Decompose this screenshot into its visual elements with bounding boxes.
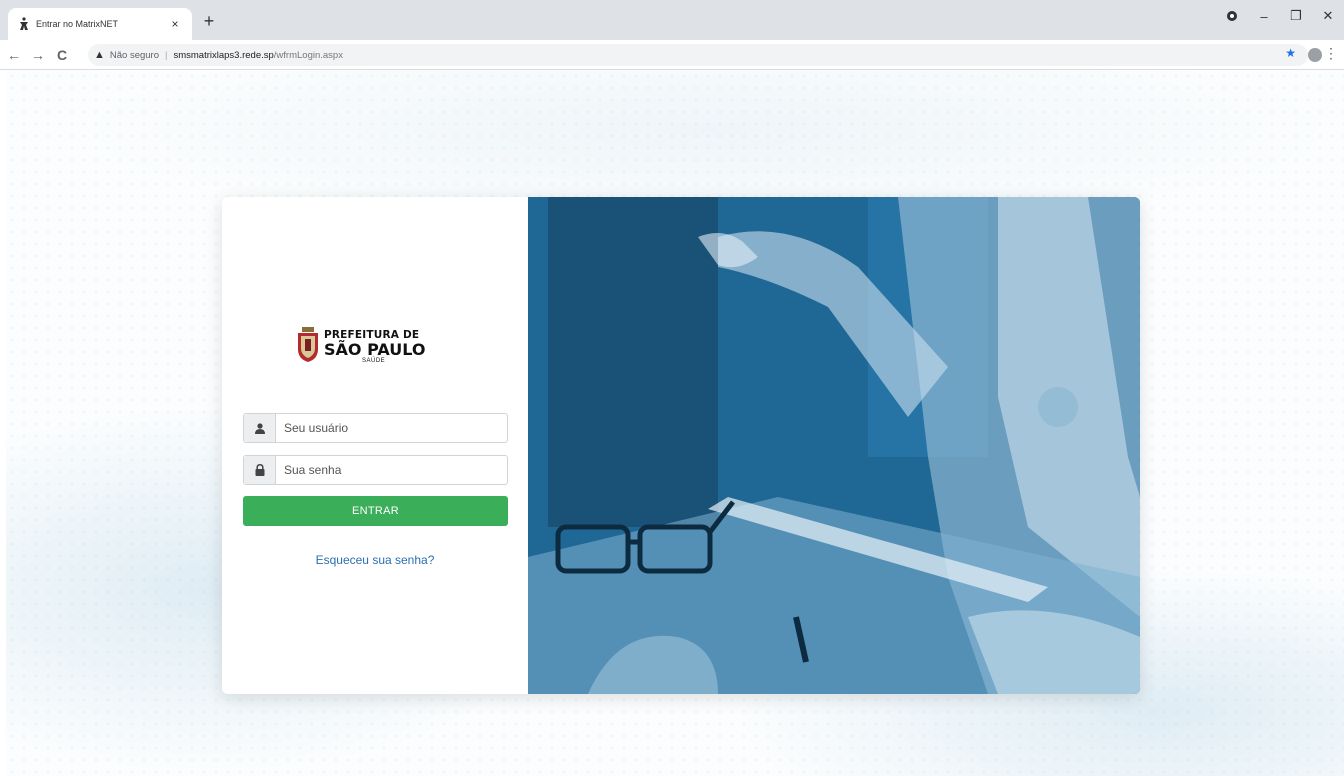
new-tab-button[interactable]: + [200, 12, 218, 30]
logo-line2: SÃO PAULO [324, 340, 426, 359]
user-icon [244, 414, 276, 442]
password-field [243, 455, 508, 485]
reload-button[interactable]: C [52, 47, 72, 63]
close-window-button[interactable]: ✕ [1312, 8, 1344, 24]
lock-icon [244, 456, 276, 484]
browser-tab[interactable]: Entrar no MatrixNET × [8, 8, 192, 40]
tab-title: Entrar no MatrixNET [36, 19, 119, 29]
login-panel: PREFEITURA DE SÃO PAULO SAÚDE ENTRAR Esq… [222, 197, 528, 694]
browser-menu-button[interactable]: ⋮ [1324, 45, 1338, 62]
username-field [243, 413, 508, 443]
restore-button[interactable]: ❐ [1280, 8, 1312, 24]
browser-tabstrip: Entrar no MatrixNET × + – ❐ ✕ [0, 0, 1344, 40]
close-tab-button[interactable]: × [168, 17, 182, 31]
security-label: Não seguro [109, 49, 160, 61]
address-bar[interactable]: ▲ Não seguro | smsmatrixlaps3.rede.sp/wf… [88, 44, 1308, 66]
password-input[interactable] [276, 456, 507, 484]
record-icon[interactable] [1216, 9, 1248, 24]
browser-toolbar: ← → C ▲ Não seguro | smsmatrixlaps3.rede… [0, 40, 1344, 70]
doctor-photo [528, 197, 1140, 694]
login-card: PREFEITURA DE SÃO PAULO SAÚDE ENTRAR Esq… [222, 197, 1140, 694]
profile-avatar-icon[interactable] [1308, 48, 1322, 62]
back-button[interactable]: ← [4, 47, 24, 63]
address-separator: | [165, 49, 168, 61]
window-controls: – ❐ ✕ [1216, 8, 1344, 24]
doctor-illustration [528, 197, 1140, 694]
username-input[interactable] [276, 414, 507, 442]
bookmark-star-icon[interactable]: ★ [1285, 46, 1296, 60]
forgot-password-link[interactable]: Esqueceu sua senha? [222, 553, 528, 567]
coat-of-arms-icon [298, 327, 318, 362]
url-path: /wfrmLogin.aspx [273, 49, 343, 61]
url-host: smsmatrixlaps3.rede.sp [173, 49, 274, 61]
prefeitura-logo: PREFEITURA DE SÃO PAULO SAÚDE [296, 327, 446, 377]
page-background: PREFEITURA DE SÃO PAULO SAÚDE ENTRAR Esq… [6, 70, 1344, 776]
warning-icon: ▲ [94, 49, 105, 61]
login-submit-button[interactable]: ENTRAR [243, 496, 508, 526]
matrix-logo-icon [20, 17, 28, 30]
minimize-button[interactable]: – [1248, 9, 1280, 24]
forward-button[interactable]: → [28, 47, 48, 63]
